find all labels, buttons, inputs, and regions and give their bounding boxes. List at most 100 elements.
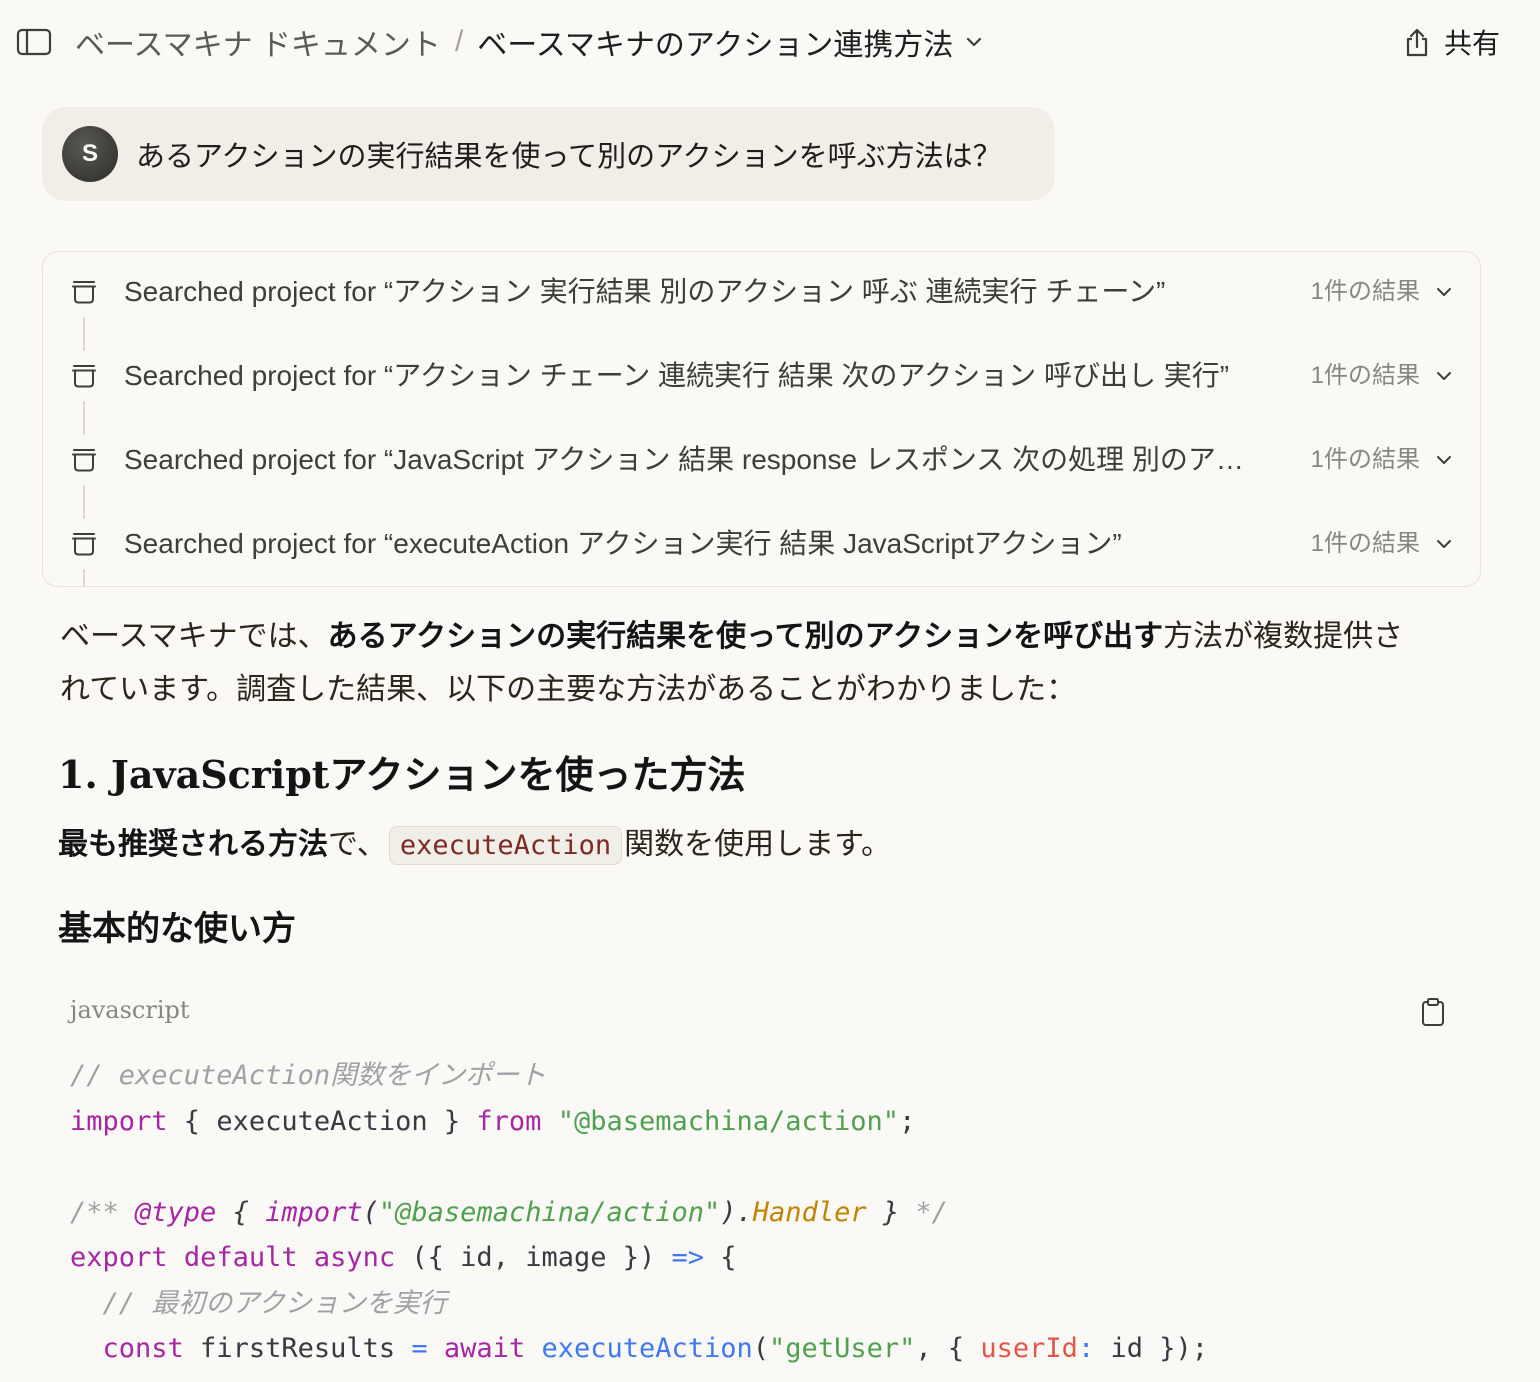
chat-title-dropdown[interactable]: ベースマキナのアクション連携方法: [477, 20, 983, 64]
code-token: import: [70, 1105, 168, 1137]
search-result-count: 1件の結果: [1310, 362, 1420, 389]
search-result-row[interactable]: Searched project for “アクション 実行結果 別のアクション…: [43, 252, 1480, 351]
code-token: // 最初のアクションを実行: [102, 1287, 447, 1319]
search-result-row[interactable]: Searched project for “executeAction アクショ…: [43, 502, 1480, 586]
method-rest: 関数を使用します。: [624, 827, 892, 862]
search-result-count: 1件の結果: [1310, 446, 1420, 473]
code-token: const: [102, 1333, 184, 1364]
code-token: userId: [980, 1333, 1078, 1364]
subsection-heading: 基本的な使い方: [58, 909, 296, 949]
sidebar-toggle-icon[interactable]: [16, 28, 52, 56]
code-token: export: [70, 1242, 168, 1273]
inline-code: executeAction: [388, 826, 623, 865]
share-label: 共有: [1443, 28, 1500, 59]
code-token: */: [915, 1196, 948, 1228]
method-description: 最も推奨される方法で、 executeAction 関数を使用します。: [58, 818, 1498, 873]
section-heading: 1. JavaScriptアクションを使った方法: [58, 752, 746, 797]
user-message-text: あるアクションの実行結果を使って別のアクションを呼ぶ方法は？: [136, 141, 1002, 173]
search-query-text: Searched project for “executeAction アクショ…: [124, 528, 1122, 559]
code-token: ).: [720, 1196, 753, 1228]
code-token: id });: [1094, 1333, 1208, 1364]
archive-box-icon: [72, 533, 96, 556]
code-token: /**: [70, 1196, 136, 1228]
clipboard-icon: [1422, 998, 1444, 1026]
copy-code-button[interactable]: [1420, 997, 1446, 1027]
code-token: default: [183, 1242, 298, 1273]
code-token: from: [476, 1105, 542, 1137]
code-token: @type: [135, 1196, 217, 1228]
code-token: // executeAction関数をインポート: [70, 1060, 547, 1091]
code-token: =: [411, 1333, 428, 1364]
share-icon: [1406, 28, 1428, 57]
code-token: , {: [915, 1333, 981, 1364]
timeline-connector: [83, 569, 85, 586]
code-token: async: [313, 1242, 396, 1273]
breadcrumb-project-link[interactable]: ベースマキナ ドキュメント: [75, 20, 441, 64]
intro-emphasis: あるアクションの実行結果を使って別のアクションを呼び出す: [327, 619, 1164, 654]
chevron-down-icon[interactable]: [1435, 538, 1453, 550]
code-token: (: [362, 1196, 379, 1228]
search-result-count: 1件の結果: [1310, 278, 1420, 305]
code-language-label: javascript: [70, 996, 190, 1024]
avatar: S: [62, 126, 118, 182]
archive-box-icon: [72, 449, 96, 472]
code-line: /** @type { import("@basemachina/action"…: [70, 1190, 1481, 1236]
user-message-bubble: S あるアクションの実行結果を使って別のアクションを呼ぶ方法は？: [42, 107, 1055, 201]
code-token: "@basemachina/action": [557, 1105, 900, 1137]
code-token: {: [704, 1242, 737, 1273]
top-bar: ベースマキナ ドキュメント / ベースマキナのアクション連携方法 共有: [0, 0, 1540, 84]
code-line: const firstResults = await executeAction…: [70, 1326, 1481, 1372]
breadcrumb: ベースマキナ ドキュメント / ベースマキナのアクション連携方法: [75, 20, 983, 64]
code-block: javascript // executeAction関数をインポート impor…: [58, 979, 1481, 1372]
share-button[interactable]: 共有: [1404, 22, 1500, 62]
project-search-panel: Searched project for “アクション 実行結果 別のアクション…: [42, 251, 1481, 587]
code-token: "@basemachina/action": [378, 1196, 721, 1228]
method-connector: で、: [328, 827, 387, 862]
code-content: // executeAction関数をインポート import { execute…: [58, 1053, 1481, 1372]
chevron-down-icon[interactable]: [1435, 454, 1453, 466]
intro-paragraph: ベースマキナでは、あるアクションの実行結果を使って別のアクションを呼び出す方法が…: [60, 610, 1430, 716]
chevron-down-icon: [967, 37, 982, 47]
search-result-row[interactable]: Searched project for “JavaScript アクション 結…: [43, 418, 1480, 519]
search-query-text: Searched project for “JavaScript アクション 結…: [124, 444, 1244, 475]
code-line: // executeAction関数をインポート: [70, 1053, 1481, 1099]
archive-box-icon: [72, 281, 96, 304]
code-line: export default async ({ id, image }) => …: [70, 1235, 1481, 1281]
search-result-row[interactable]: Searched project for “アクション チェーン 連続実行 結果…: [43, 334, 1480, 435]
code-token: "getUser": [769, 1333, 916, 1364]
code-token: await: [443, 1333, 526, 1364]
archive-box-icon: [72, 365, 96, 388]
code-line: // 最初のアクションを実行: [70, 1281, 1481, 1327]
code-token: }: [866, 1196, 916, 1228]
code-token: ({ id, image }): [395, 1242, 672, 1273]
code-token: { executeAction }: [167, 1105, 477, 1137]
code-token: firstResults: [183, 1333, 412, 1364]
chevron-down-icon[interactable]: [1435, 370, 1453, 382]
assistant-response: ベースマキナでは、あるアクションの実行結果を使って別のアクションを呼び出す方法が…: [58, 610, 1498, 1382]
code-token: executeAction: [541, 1333, 753, 1364]
chevron-down-icon[interactable]: [1435, 286, 1453, 298]
chat-title: ベースマキナのアクション連携方法: [477, 29, 954, 62]
search-result-count: 1件の結果: [1310, 530, 1420, 557]
code-token: :: [1077, 1333, 1095, 1364]
search-query-text: Searched project for “アクション 実行結果 別のアクション…: [124, 276, 1166, 307]
code-line: import { executeAction } from "@basemach…: [70, 1099, 1481, 1145]
code-token: import: [265, 1196, 363, 1228]
code-token: Handler: [752, 1196, 867, 1228]
code-token: (: [752, 1333, 770, 1364]
method-emphasis: 最も推奨される方法: [58, 827, 328, 862]
code-token: ;: [899, 1105, 916, 1137]
intro-lead: ベースマキナでは、: [60, 619, 328, 654]
code-token: =>: [671, 1242, 705, 1273]
code-block-header: javascript: [58, 979, 1481, 1053]
breadcrumb-separator: /: [454, 25, 464, 58]
search-query-text: Searched project for “アクション チェーン 連続実行 結果…: [124, 360, 1230, 391]
